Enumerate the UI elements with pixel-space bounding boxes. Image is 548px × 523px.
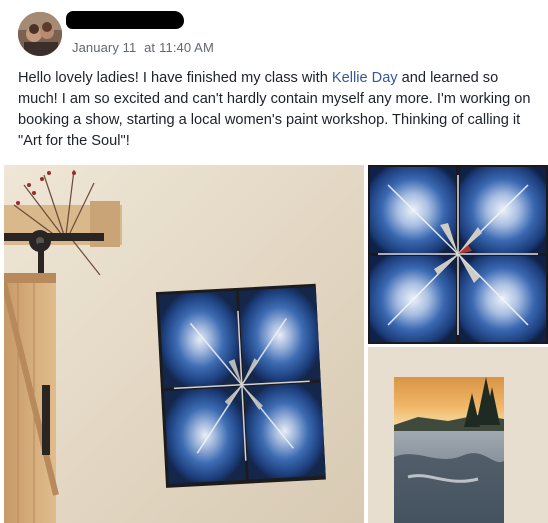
mention-link[interactable]: Kellie Day xyxy=(332,70,398,86)
post-timestamp[interactable]: January 11 at 11:40 AM xyxy=(72,40,214,55)
photo-painting-closeup[interactable] xyxy=(368,165,548,344)
post-at: at xyxy=(144,40,156,55)
photo-painting-on-wall[interactable] xyxy=(4,165,364,523)
facebook-post: January 11 at 11:40 AM Hello lovely ladie… xyxy=(0,0,548,523)
post-date: January 11 xyxy=(72,40,137,55)
author-avatar[interactable] xyxy=(18,12,62,56)
redacted-author-name xyxy=(66,11,184,29)
message-text-start: Hello lovely ladies! I have finished my … xyxy=(18,70,332,86)
post-message: Hello lovely ladies! I have finished my … xyxy=(18,68,538,152)
photo-landscape-painting[interactable] xyxy=(368,347,548,523)
post-time: 11:40 AM xyxy=(159,40,214,55)
